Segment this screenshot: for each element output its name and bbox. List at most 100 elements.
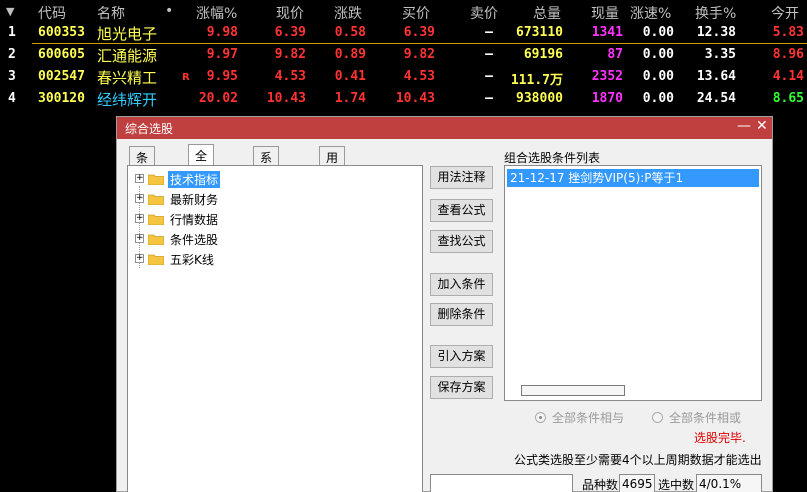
delete-condition-button[interactable]: 删除条件 bbox=[430, 303, 493, 326]
ask-price: – bbox=[485, 69, 493, 84]
stock-code: 300120 bbox=[38, 91, 85, 106]
tab-condition-group[interactable]: 条件组 bbox=[129, 146, 156, 199]
dialog-title: 综合选股 bbox=[125, 122, 174, 136]
col-ask[interactable]: 卖价 bbox=[470, 3, 498, 23]
status-text: 选股完毕. bbox=[694, 431, 746, 445]
stock-name: 汇通能源 bbox=[97, 47, 158, 65]
info-text: 公式类选股至少需要4个以上周期数据才能选出 bbox=[514, 453, 762, 467]
find-formula-button[interactable]: 查找公式 bbox=[430, 230, 493, 253]
add-condition-button[interactable]: 加入条件 bbox=[430, 273, 493, 296]
col-name[interactable]: 名称 bbox=[97, 3, 125, 23]
last-price: 10.43 bbox=[266, 91, 306, 106]
radio-all-and[interactable]: 全部条件相与 bbox=[535, 409, 624, 426]
list-item[interactable]: 21-12-17 挫剑势VIP(5):P等于1 bbox=[507, 169, 759, 187]
count-value: 4695 bbox=[619, 474, 655, 492]
selected-label: 选中数 bbox=[658, 478, 695, 492]
col-bid[interactable]: 买价 bbox=[402, 3, 430, 23]
condition-list-title: 组合选股条件列表 bbox=[504, 151, 601, 165]
col-pct[interactable]: 涨幅% bbox=[196, 3, 237, 23]
stock-code: 600605 bbox=[38, 47, 85, 62]
selected-value: 4/0.1% bbox=[696, 474, 762, 492]
tab-system-conditions[interactable]: 系统条件 bbox=[253, 146, 280, 216]
expand-icon[interactable]: + bbox=[135, 234, 144, 243]
expand-icon[interactable]: + bbox=[135, 254, 144, 263]
col-cur[interactable]: 现量 bbox=[591, 3, 619, 23]
import-scheme-button[interactable]: 引入方案 bbox=[430, 345, 493, 368]
folder-icon bbox=[148, 254, 164, 265]
table-row[interactable]: 3 002547 春兴精工 R 9.95 4.53 0.41 4.53 – 111.7万 2352 0… bbox=[0, 66, 807, 88]
row-index: 4 bbox=[8, 91, 16, 106]
radio-label: 全部条件相或 bbox=[669, 411, 742, 425]
sort-arrow-icon[interactable]: ▼ bbox=[6, 5, 14, 18]
radio-icon[interactable] bbox=[652, 412, 663, 423]
last-price: 4.53 bbox=[274, 69, 306, 84]
tab-user-conditions[interactable]: 用户条件 bbox=[319, 146, 346, 216]
col-vol[interactable]: 总量 bbox=[533, 3, 561, 23]
tree-node-label: 行情数据 bbox=[170, 213, 219, 227]
stock-name: 经纬辉开 bbox=[97, 91, 158, 109]
stock-name: 旭光电子 bbox=[97, 25, 158, 43]
open-price: 8.96 bbox=[772, 47, 804, 62]
dialog-titlebar[interactable]: 综合选股 — ✕ bbox=[117, 117, 772, 139]
row-index: 3 bbox=[8, 69, 16, 84]
expand-icon[interactable]: + bbox=[135, 194, 144, 203]
tab-all-conditions[interactable]: 全部条件 bbox=[188, 144, 215, 214]
table-row[interactable]: 4 300120 经纬辉开 20.02 10.43 1.74 10.43 – 938000 187… bbox=[0, 88, 807, 110]
stock-screener-dialog: 综合选股 — ✕ 条件组 全部条件 系统条件 用户条件 + 技术指标 + 最新财… bbox=[116, 116, 773, 492]
radio-icon[interactable] bbox=[535, 412, 546, 423]
stock-code: 600353 bbox=[38, 25, 85, 40]
bid-price: 9.82 bbox=[403, 47, 435, 62]
last-price: 9.82 bbox=[274, 47, 306, 62]
save-scheme-button[interactable]: 保存方案 bbox=[430, 376, 493, 399]
status-flag: R bbox=[182, 72, 190, 83]
folder-icon bbox=[148, 234, 164, 245]
turnover-pct: 3.35 bbox=[704, 47, 736, 62]
pct-change: 9.97 bbox=[206, 47, 238, 62]
col-price[interactable]: 现价 bbox=[276, 3, 304, 23]
tree-node-label: 技术指标 bbox=[168, 171, 221, 188]
condition-tree[interactable]: + 技术指标 + 最新财务 + 行情数据 + 条件选股 + 五彩K线 bbox=[127, 165, 423, 492]
folder-icon bbox=[148, 214, 164, 225]
usage-notes-button[interactable]: 用法注释 bbox=[430, 166, 493, 189]
current-volume: 1870 bbox=[591, 91, 623, 106]
minimize-icon[interactable]: — bbox=[737, 118, 751, 134]
col-turn[interactable]: 换手% bbox=[695, 3, 736, 23]
condition-list[interactable]: 21-12-17 挫剑势VIP(5):P等于1 bbox=[504, 165, 762, 401]
col-dot: • bbox=[165, 3, 174, 19]
close-icon[interactable]: ✕ bbox=[756, 118, 768, 134]
stock-code: 002547 bbox=[38, 69, 85, 84]
pct-change: 20.02 bbox=[198, 91, 238, 106]
price-change: 0.89 bbox=[334, 47, 366, 62]
price-change: 1.74 bbox=[334, 91, 366, 106]
speed-pct: 0.00 bbox=[642, 25, 674, 40]
tree-node-label: 最新财务 bbox=[170, 193, 219, 207]
total-volume: 111.7万 bbox=[510, 73, 563, 88]
current-volume: 87 bbox=[607, 47, 623, 62]
col-speed[interactable]: 涨速% bbox=[630, 3, 671, 23]
horizontal-scrollbar[interactable] bbox=[521, 385, 625, 396]
total-volume: 673110 bbox=[516, 25, 563, 40]
bid-price: 10.43 bbox=[395, 91, 435, 106]
tree-node-label: 条件选股 bbox=[170, 233, 219, 247]
turnover-pct: 24.54 bbox=[696, 91, 736, 106]
radio-all-or[interactable]: 全部条件相或 bbox=[652, 409, 741, 426]
pct-change: 9.98 bbox=[206, 25, 238, 40]
row-index: 1 bbox=[8, 25, 16, 40]
pct-change: 9.95 bbox=[206, 69, 238, 84]
view-formula-button[interactable]: 查看公式 bbox=[430, 199, 493, 222]
col-chg[interactable]: 涨跌 bbox=[334, 3, 362, 23]
table-row[interactable]: 1 600353 旭光电子 9.98 6.39 0.58 6.39 – 673110 1341 0.… bbox=[0, 22, 807, 44]
ask-price: – bbox=[485, 47, 493, 62]
expand-icon[interactable]: + bbox=[135, 214, 144, 223]
expand-icon[interactable]: + bbox=[135, 174, 144, 183]
folder-icon bbox=[148, 194, 164, 205]
col-open[interactable]: 今开 bbox=[771, 3, 799, 23]
speed-pct: 0.00 bbox=[642, 69, 674, 84]
total-volume: 938000 bbox=[516, 91, 563, 106]
bid-price: 4.53 bbox=[403, 69, 435, 84]
folder-icon bbox=[148, 174, 164, 185]
row-divider bbox=[32, 43, 807, 44]
table-row[interactable]: 2 600605 汇通能源 9.97 9.82 0.89 9.82 – 69196 87 0.00 3… bbox=[0, 44, 807, 66]
turnover-pct: 13.64 bbox=[696, 69, 736, 84]
col-code[interactable]: 代码 bbox=[38, 3, 66, 23]
